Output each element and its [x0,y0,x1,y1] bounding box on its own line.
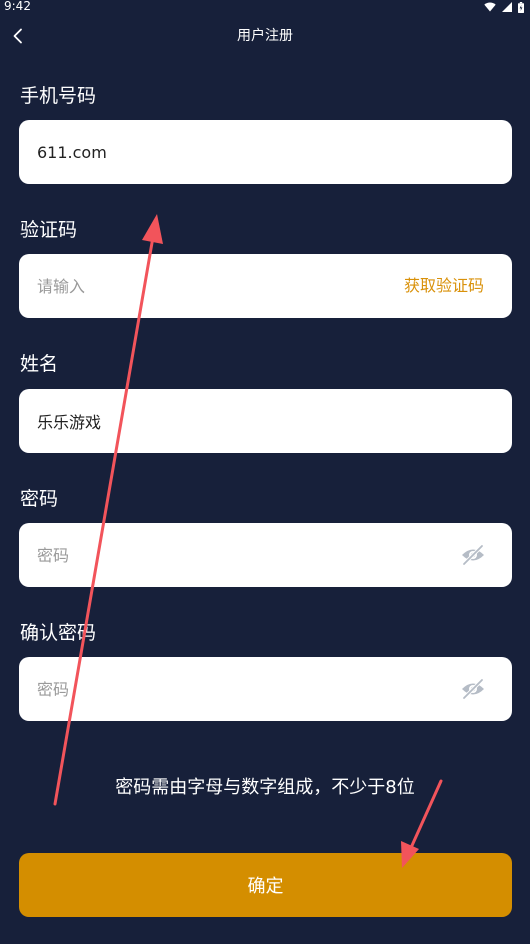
wifi-icon [484,2,496,12]
confirm-password-label: 确认密码 [20,622,97,644]
phone-field [19,120,512,184]
confirm-password-field [19,657,512,721]
phone-label: 手机号码 [20,85,97,107]
status-time: 9:42 [4,0,31,13]
registration-screen: 9:42 用户注册 手机号码 验证码 [0,0,530,944]
confirm-password-visibility-toggle[interactable] [460,677,486,701]
password-hint: 密码需由字母与数字组成，不少于8位 [115,777,415,798]
get-code-button[interactable]: 获取验证码 [404,254,484,318]
confirm-button[interactable]: 确定 [19,853,512,917]
password-label: 密码 [20,488,59,510]
code-input[interactable] [37,254,397,318]
name-field [19,389,512,453]
eye-off-icon [462,678,484,700]
name-label: 姓名 [20,353,59,375]
phone-input[interactable] [37,120,397,184]
password-visibility-toggle[interactable] [460,543,486,567]
code-field: 获取验证码 [19,254,512,318]
password-field [19,523,512,587]
status-icons [484,0,524,14]
confirm-password-input[interactable] [37,657,397,721]
page-title: 用户注册 [237,28,293,44]
eye-off-icon [462,544,484,566]
signal-icon [502,2,512,12]
code-label: 验证码 [20,219,78,241]
battery-icon [518,1,524,13]
status-bar: 9:42 [0,0,530,14]
app-header: 用户注册 [0,18,530,54]
name-input[interactable] [37,389,397,453]
password-input[interactable] [37,523,397,587]
